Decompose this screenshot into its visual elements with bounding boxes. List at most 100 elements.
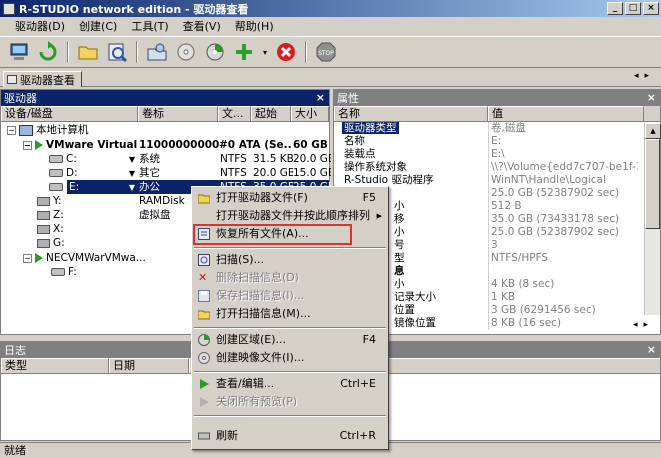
menu-save-scan-info[interactable]: 保存扫描信息(I)... — [194, 287, 386, 305]
scroll-thumb[interactable] — [645, 139, 660, 229]
menu-delete-scan-info[interactable]: ✕ 删除扫描信息(D) — [194, 269, 386, 287]
svg-text:STOP: STOP — [318, 50, 334, 57]
folder-icon — [197, 192, 211, 204]
menu-create-region[interactable]: 创建区域(E)... F4 — [194, 331, 386, 349]
menu-create[interactable]: 创建(C) — [72, 18, 124, 34]
menu-open-scan-info[interactable]: 打开扫描信息(M)... — [194, 305, 386, 323]
refresh-drive-icon — [198, 430, 210, 442]
properties-scrollbar[interactable]: ▲ — [644, 123, 661, 315]
maximize-button[interactable]: □ — [625, 2, 641, 15]
properties-panel-title-text: 属性 — [337, 92, 359, 105]
table-row[interactable]: C: ▼ 系统 NTFS 31.5 KB 20.0 GB — [1, 152, 331, 167]
dropdown-icon[interactable]: ▼ — [127, 167, 137, 181]
status-text: 就绪 — [4, 444, 26, 457]
menu-open-drive-files[interactable]: 打开驱动器文件(F) F5 — [194, 189, 386, 207]
menu-view-edit[interactable]: 查看/编辑... Ctrl+E — [194, 375, 386, 393]
col-start[interactable]: 起始 — [251, 106, 291, 121]
list-item[interactable]: 名称 E: — [334, 135, 653, 148]
delete-icon: ✕ — [198, 271, 208, 284]
menu-open-drive-files-sorted[interactable]: 打开驱动器文件并按此顺序排列 ▸ — [194, 207, 386, 225]
table-row[interactable]: − NECVMWarVMwa... — [1, 251, 191, 265]
menu-drive[interactable]: 驱动器(D) — [8, 18, 72, 34]
drives-panel-title: 驱动器 × — [1, 90, 329, 106]
drive-icon — [49, 155, 63, 163]
menu-scan[interactable]: 扫描(S)... — [194, 251, 386, 269]
delete-icon[interactable] — [273, 39, 299, 65]
drives-header: 设备/磁盘 卷标 文... 起始 大小 — [1, 106, 329, 122]
dropdown-icon[interactable]: ▼ — [127, 153, 137, 167]
col-date[interactable]: 日期 — [109, 358, 189, 373]
table-row[interactable]: − 本地计算机 — [1, 123, 329, 137]
computer-icon[interactable] — [6, 39, 32, 65]
drive-icon — [49, 169, 63, 177]
drive-icon — [37, 224, 50, 234]
save-icon — [198, 290, 210, 302]
computer-icon — [19, 124, 33, 136]
table-row[interactable]: F: — [1, 265, 191, 279]
folder-icon[interactable] — [75, 39, 101, 65]
col-type[interactable]: 类型 — [1, 358, 109, 373]
disk-image-icon[interactable] — [173, 39, 199, 65]
region-icon — [198, 334, 210, 346]
drive-icon — [51, 268, 65, 276]
list-item[interactable]: 操作系统对象\\?\Volume{edd7c707-be1f-11... — [334, 161, 653, 174]
tab-drive-view[interactable]: 驱动器查看 — [3, 71, 82, 87]
properties-header: 名称 值 — [334, 106, 660, 122]
add-icon[interactable] — [231, 39, 257, 65]
tab-icon — [7, 75, 17, 84]
col-fs[interactable]: 文... — [218, 106, 251, 121]
refresh-icon[interactable] — [35, 39, 61, 65]
properties-hscroll-arrows[interactable]: ◂▸ — [633, 320, 654, 330]
log-panel-title-text: 日志 — [4, 344, 26, 357]
col-device[interactable]: 设备/磁盘 — [1, 106, 138, 121]
col-name[interactable]: 名称 — [334, 106, 488, 121]
submenu-arrow-icon: ▸ — [376, 209, 382, 222]
table-row[interactable]: X: — [1, 222, 191, 236]
open-file-icon[interactable] — [144, 39, 170, 65]
menu-bar: 驱动器(D) 创建(C) 工具(T) 查看(V) 帮助(H) — [0, 17, 661, 35]
close-panel-icon[interactable]: × — [647, 343, 656, 356]
folder-icon — [197, 308, 211, 320]
menu-view[interactable]: 查看(V) — [176, 18, 228, 34]
col-value[interactable]: 值 — [488, 106, 644, 121]
stop-icon[interactable]: STOP — [313, 39, 339, 65]
properties-panel-title: 属性 × — [334, 90, 660, 106]
disk-image-icon — [198, 352, 210, 364]
highlight-box — [193, 224, 352, 245]
scan-icon[interactable] — [104, 39, 130, 65]
col-size[interactable]: 大小 — [291, 106, 329, 121]
drives-panel-title-text: 驱动器 — [4, 92, 37, 105]
close-preview-icon — [198, 396, 210, 408]
minimize-button[interactable]: _ — [607, 2, 623, 15]
app-icon — [3, 2, 15, 15]
tab-label: 驱动器查看 — [20, 73, 75, 87]
dropdown-arrow-icon[interactable]: ▾ — [260, 39, 270, 65]
menu-close-all-previews[interactable]: 关闭所有预览(P) — [194, 393, 386, 411]
menu-create-image[interactable]: 创建映像文件(I)... — [194, 349, 386, 367]
table-row[interactable]: D: ▼ 其它 NTFS 20.0 GB 15.0 GB — [1, 166, 331, 181]
close-panel-icon[interactable]: × — [647, 91, 656, 104]
scroll-up-icon[interactable]: ▲ — [645, 123, 661, 139]
drive-icon — [37, 196, 50, 206]
disk-arrow-icon — [35, 140, 43, 150]
region-icon[interactable] — [202, 39, 228, 65]
drive-icon — [37, 210, 50, 220]
close-button[interactable]: × — [643, 2, 659, 15]
title-bar: R-STUDIO network edition - 驱动器查看 _ □ × — [0, 0, 661, 17]
drive-icon — [37, 238, 50, 248]
menu-tools[interactable]: 工具(T) — [124, 18, 175, 34]
drive-icon — [49, 183, 63, 191]
close-panel-icon[interactable]: × — [316, 91, 325, 104]
table-row[interactable]: −VMware Virtual... 11000000000... #0 ATA… — [1, 138, 329, 152]
menu-help[interactable]: 帮助(H) — [228, 18, 281, 34]
dropdown-icon[interactable]: ▼ — [127, 181, 137, 195]
col-label[interactable]: 卷标 — [138, 106, 218, 121]
scan-icon — [198, 254, 210, 266]
menu-refresh[interactable]: 刷新 Ctrl+R — [194, 427, 386, 445]
tab-scroll-arrows[interactable]: ◂▸ — [634, 71, 655, 81]
play-icon — [198, 378, 210, 390]
list-item[interactable]: 驱动器类型 卷,磁盘 — [334, 122, 653, 135]
disk-arrow-icon — [35, 253, 43, 263]
table-row[interactable]: G: — [1, 236, 191, 250]
list-item[interactable]: 装载点 E:\ — [334, 148, 653, 161]
